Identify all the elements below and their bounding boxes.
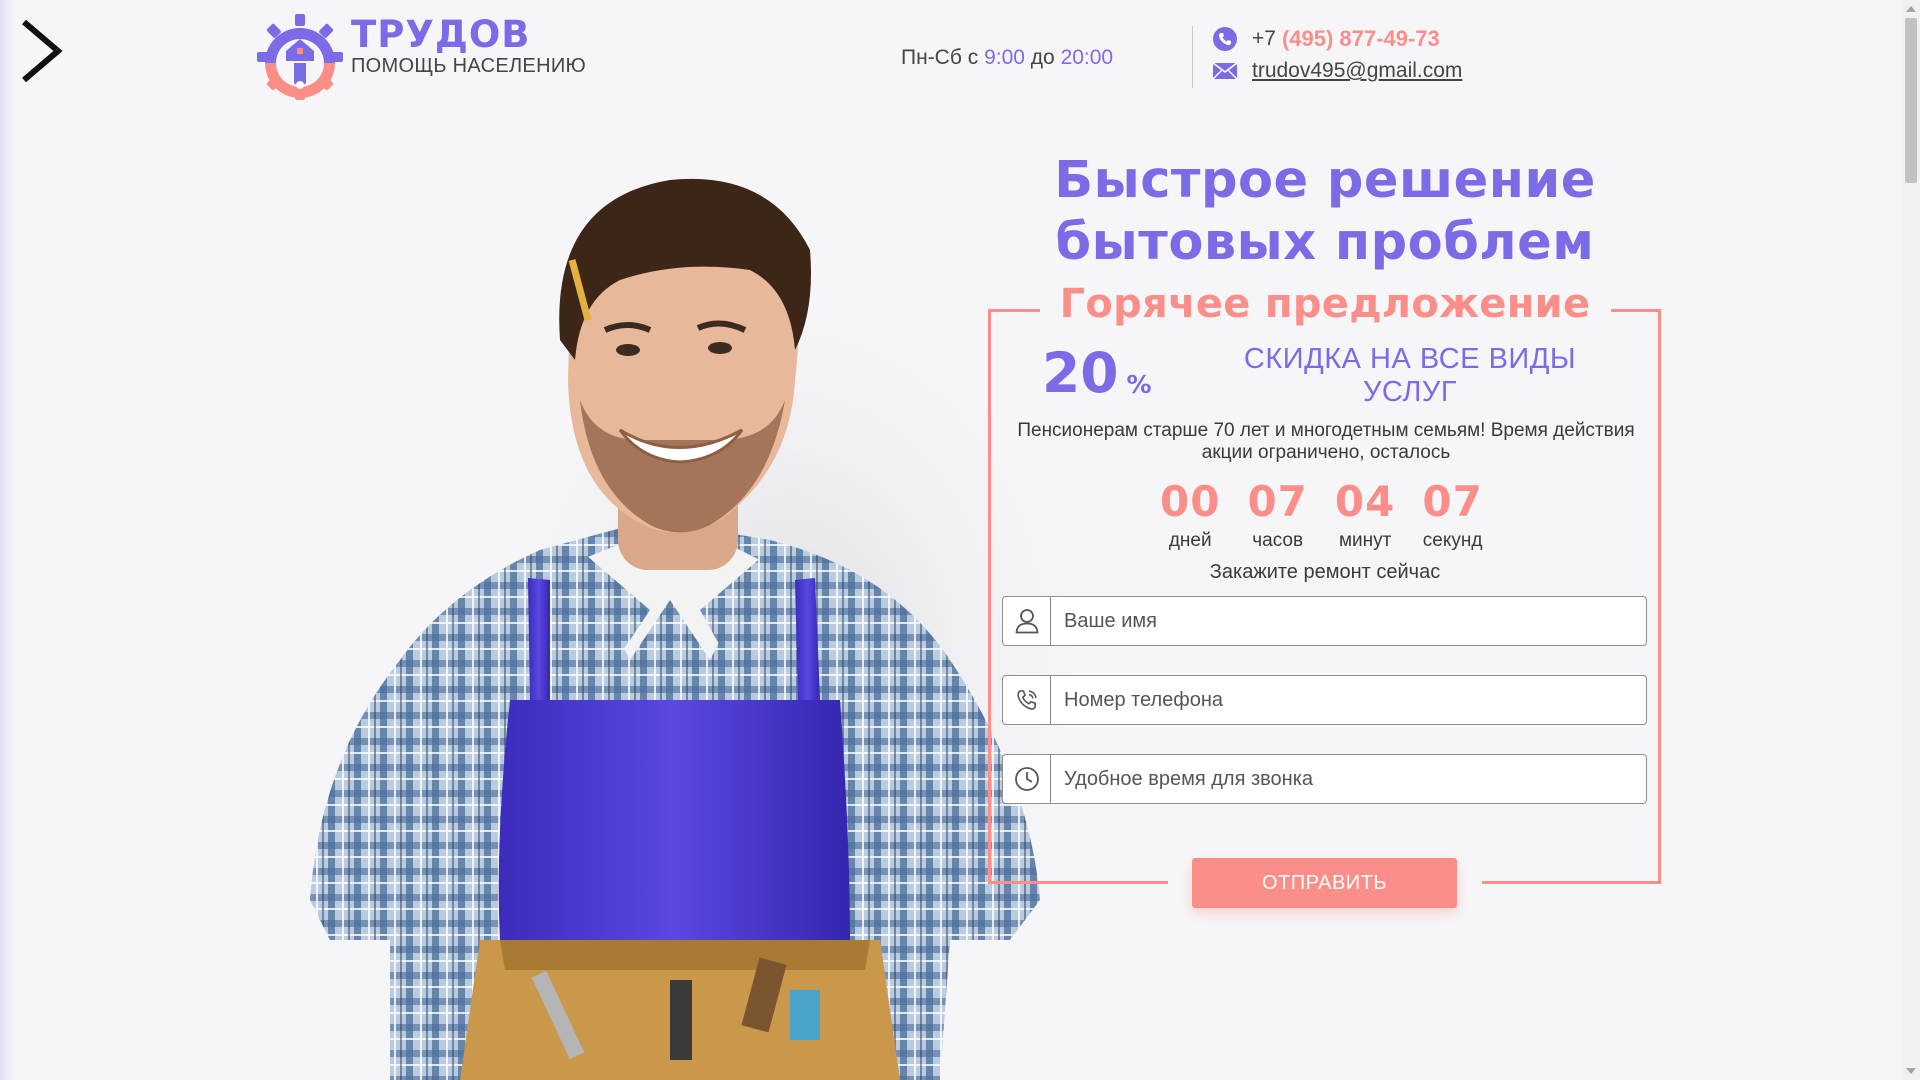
hours-middle: до [1030,46,1055,69]
offer-note: Пенсионерам старше 70 лет и многодетным … [1017,420,1635,463]
phone-call-icon [1003,676,1051,724]
countdown-value: 07 [1422,477,1483,526]
countdown-value: 07 [1247,477,1308,526]
landing-page: ТРУДОВ ПОМОЩЬ НАСЕЛЕНИЮ Пн-Сб с 9:00 до … [0,0,1920,1080]
countdown-seconds: 07 секунд [1422,478,1482,552]
brand-logo[interactable]: ТРУДОВ ПОМОЩЬ НАСЕЛЕНИЮ [255,12,586,102]
hours-prefix: Пн-Сб с [901,46,979,69]
header-divider [1192,26,1193,88]
user-icon [1003,597,1051,645]
phone-prefix: +7 [1252,27,1276,50]
phone-field[interactable] [1002,675,1647,725]
hero-headline: Быстрое решение бытовых проблем [960,150,1690,274]
phone-contact[interactable]: +7 (495) 877-49-73 [1212,24,1462,54]
working-hours: Пн-Сб с 9:00 до 20:00 [901,46,1113,70]
brand-title: ТРУДОВ [351,13,531,56]
headline-line-1: Быстрое решение [1054,151,1596,210]
hot-offer-title: Горячее предложение [1059,281,1591,327]
email-contact[interactable]: trudov495@gmail.com [1212,56,1462,86]
discount-value: 20 [1042,341,1119,405]
left-edge-gradient [0,0,14,1080]
clock-icon [1003,755,1051,803]
countdown-label: минут [1338,530,1392,551]
countdown-timer: 00 дней 07 часов 04 минут 07 секунд [1160,478,1483,552]
call-time-field[interactable] [1002,754,1647,804]
page-scrollbar[interactable] [1902,0,1920,1080]
countdown-label: секунд [1422,530,1483,551]
headline-line-2: бытовых проблем [1055,213,1595,272]
gear-wrench-house-icon [257,14,343,100]
hours-to: 20:00 [1060,46,1114,69]
brand-text: ТРУДОВ ПОМОЩЬ НАСЕЛЕНИЮ [351,12,586,78]
scroll-down-arrow-icon[interactable] [1906,1068,1916,1074]
discount-description: СКИДКА НА ВСЕ ВИДЫ УСЛУГ [1243,343,1577,408]
discount-unit: % [1126,370,1152,399]
header-contacts: +7 (495) 877-49-73 trudov495@gmail.com [1212,24,1462,88]
countdown-value: 04 [1334,477,1396,526]
countdown-label: дней [1168,530,1212,551]
countdown-label: часов [1252,530,1304,551]
phone-icon [1213,27,1237,51]
submit-button[interactable]: ОТПРАВИТЬ [1192,858,1457,908]
envelope-icon [1212,62,1238,80]
hours-from: 9:00 [984,46,1025,69]
phone-input[interactable] [1051,677,1646,723]
email-link[interactable]: trudov495@gmail.com [1252,59,1462,83]
brand-subtitle: ПОМОЩЬ НАСЕЛЕНИЮ [351,55,586,77]
call-time-input[interactable] [1051,756,1646,802]
scroll-up-arrow-icon[interactable] [1906,6,1916,12]
discount-amount: 20 % [1042,343,1152,403]
phone-number[interactable]: (495) 877-49-73 [1282,26,1440,52]
scroll-thumb[interactable] [1905,18,1917,183]
name-input[interactable] [1051,598,1646,644]
countdown-days: 00 дней [1160,478,1220,552]
countdown-hours: 07 часов [1247,478,1307,552]
countdown-minutes: 04 минут [1335,478,1395,552]
name-field[interactable] [1002,596,1647,646]
chevron-right-icon[interactable] [20,18,64,84]
countdown-value: 00 [1160,477,1221,526]
order-cta-text: Закажите ремонт сейчас [1209,561,1441,583]
